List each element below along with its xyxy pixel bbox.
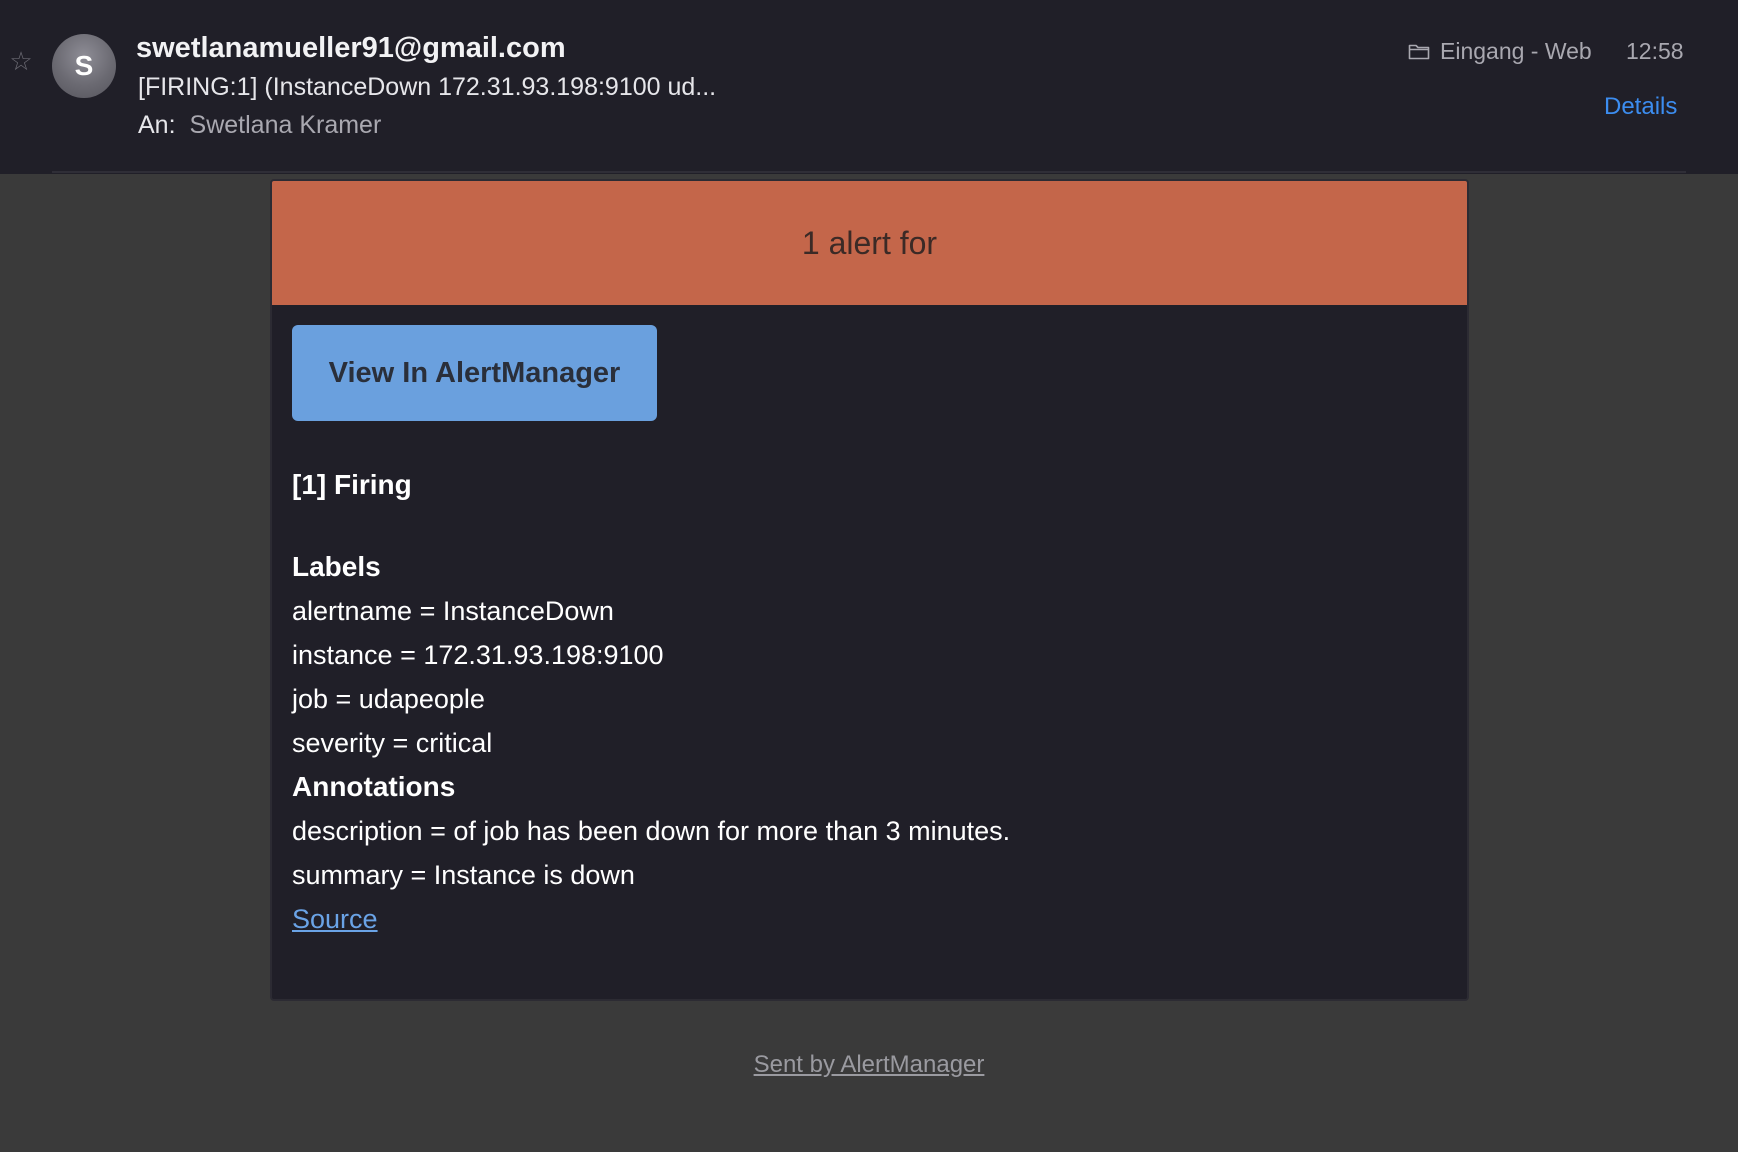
email-footer: Sent by AlertManager [0,1048,1738,1082]
firing-heading: [1] Firing [292,469,412,500]
label-severity: severity = critical [292,728,493,758]
folder-name: Eingang - Web [1440,37,1592,64]
source-link[interactable]: Source [292,897,378,941]
banner-title: 1 alert for [801,225,938,261]
labels-heading: Labels [292,551,381,582]
annotations-heading: Annotations [292,771,456,802]
avatar-initial: S [74,50,94,81]
sent-by-alertmanager-link[interactable]: Sent by AlertManager [754,1051,985,1078]
recipient-label: An: [138,111,176,139]
mailbox-folder[interactable]: Eingang - Web [1408,34,1592,68]
details-link[interactable]: Details [1604,90,1677,124]
view-in-alertmanager-button[interactable]: View In AlertManager [292,325,657,421]
avatar: S [52,34,116,98]
recipient-row: An: Swetlana Kramer [138,108,381,142]
alert-body: View In AlertManager [1] Firing Labels a… [272,305,1467,941]
star-icon[interactable]: ☆ [8,48,34,74]
header-divider [52,171,1686,173]
annotation-summary: summary = Instance is down [292,860,635,890]
recipient-name[interactable]: Swetlana Kramer [190,111,382,139]
label-alertname: alertname = InstanceDown [292,596,614,626]
message-subject: [FIRING:1] (InstanceDown 172.31.93.198:9… [138,73,717,101]
sender-address: swetlanamueller91@gmail.com [136,32,566,64]
label-job: job = udapeople [292,684,485,714]
alert-card: 1 alert for View In AlertManager [1] Fir… [270,179,1469,1001]
message-time: 12:58 [1626,38,1684,64]
label-instance: instance = 172.31.93.198:9100 [292,640,664,670]
annotation-description: description = of job has been down for m… [292,816,1011,846]
message-header: ☆ S swetlanamueller91@gmail.com [FIRING:… [0,0,1738,174]
folder-icon [1408,42,1430,60]
alert-banner: 1 alert for [272,181,1467,305]
